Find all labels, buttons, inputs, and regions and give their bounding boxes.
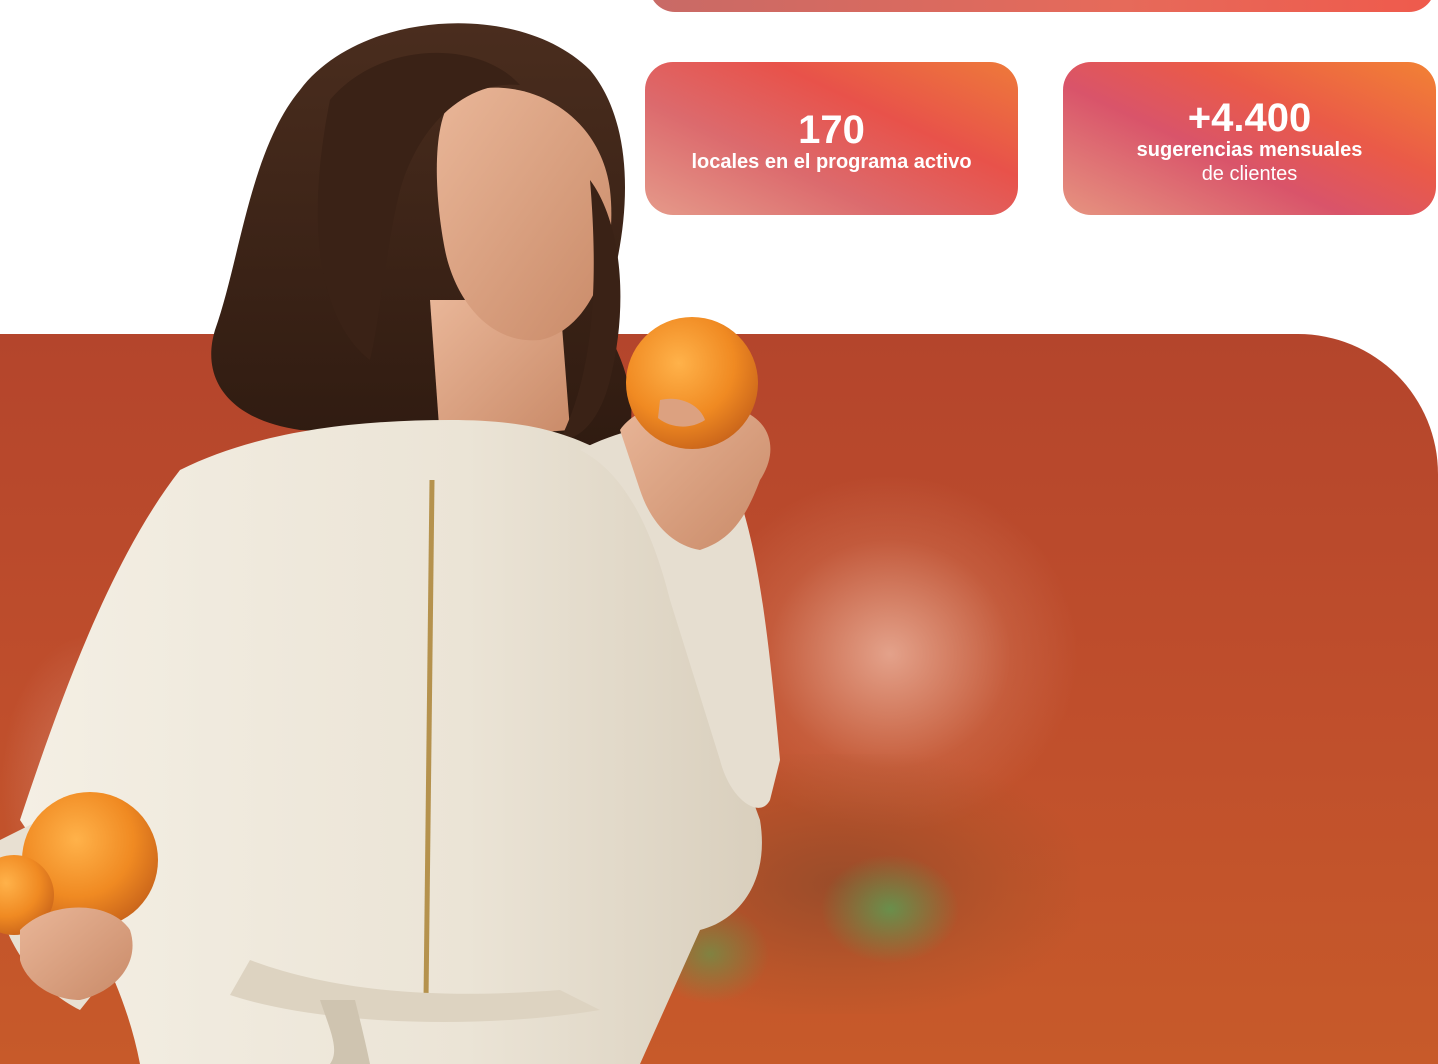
woman-smelling-orange-photo <box>0 23 780 1064</box>
hand-left <box>20 907 133 1000</box>
orange-fruit <box>626 317 758 449</box>
